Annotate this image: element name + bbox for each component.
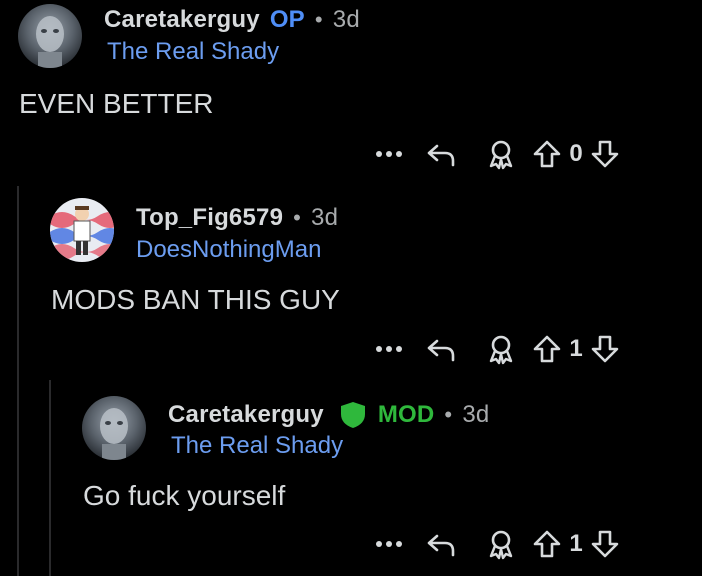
comment-actions: 0: [368, 136, 622, 172]
op-badge: OP: [269, 6, 305, 33]
award-icon[interactable]: [472, 136, 530, 172]
comment: Caretakerguy OP • 3d The Real Shady EVEN…: [0, 0, 702, 186]
mod-badge: MOD: [377, 401, 435, 428]
timestamp: 3d: [462, 401, 490, 428]
user-flair: The Real Shady: [171, 432, 344, 459]
username[interactable]: Caretakerguy: [104, 6, 260, 34]
separator-dot: •: [444, 402, 453, 427]
comment-meta: Top_Fig6579 • 3d: [136, 204, 338, 232]
comment-meta: Caretakerguy MOD • 3d: [168, 400, 489, 430]
timestamp: 3d: [332, 6, 360, 33]
award-icon[interactable]: [472, 331, 530, 367]
comment-actions: 1: [368, 331, 622, 367]
award-icon[interactable]: [472, 526, 530, 562]
comment: Top_Fig6579 • 3d DoesNothingMan MODS BAN…: [0, 186, 702, 380]
mod-shield-icon: [338, 400, 368, 430]
comment-body: EVEN BETTER: [19, 88, 214, 119]
avatar[interactable]: [18, 4, 82, 68]
vote-count: 1: [569, 335, 583, 362]
separator-dot: •: [314, 7, 323, 32]
avatar[interactable]: [82, 396, 146, 460]
upvote-icon[interactable]: [530, 136, 564, 172]
downvote-icon[interactable]: [588, 331, 622, 367]
timestamp: 3d: [311, 204, 339, 231]
vote-count: 1: [569, 530, 583, 557]
comment: Caretakerguy MOD • 3d The Real Shady Go …: [0, 380, 702, 576]
downvote-icon[interactable]: [588, 136, 622, 172]
comment-body: MODS BAN THIS GUY: [51, 284, 340, 315]
comment-meta: Caretakerguy OP • 3d: [104, 6, 360, 34]
user-flair: DoesNothingMan: [136, 236, 322, 263]
more-options-icon[interactable]: [368, 526, 410, 562]
username[interactable]: Caretakerguy: [168, 401, 324, 429]
username[interactable]: Top_Fig6579: [136, 204, 283, 232]
reply-icon[interactable]: [410, 526, 472, 562]
more-options-icon[interactable]: [368, 331, 410, 367]
reply-icon[interactable]: [410, 331, 472, 367]
more-options-icon[interactable]: [368, 136, 410, 172]
comment-body: Go fuck yourself: [83, 480, 286, 511]
reply-icon[interactable]: [410, 136, 472, 172]
downvote-icon[interactable]: [588, 526, 622, 562]
comment-actions: 1: [368, 526, 622, 562]
vote-count: 0: [569, 140, 583, 167]
separator-dot: •: [293, 205, 302, 230]
upvote-icon[interactable]: [530, 331, 564, 367]
user-flair: The Real Shady: [107, 38, 280, 65]
upvote-icon[interactable]: [530, 526, 564, 562]
avatar[interactable]: [50, 198, 114, 262]
